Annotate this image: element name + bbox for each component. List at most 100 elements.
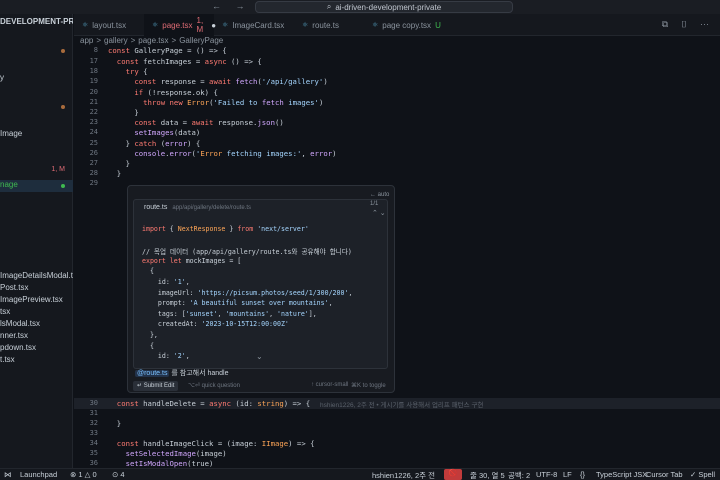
model-label[interactable]: ↑ cursor-small	[311, 382, 348, 388]
file-mention-tag[interactable]: @route.ts	[135, 370, 170, 377]
file-tree-item[interactable]: ImagePreview.tsx	[0, 295, 73, 307]
peek-file-header: route.ts app/api/gallery/delete/route.ts	[134, 200, 389, 216]
command-center-search[interactable]: ⌕ ai-driven-development-private	[255, 1, 513, 13]
breadcrumb-item[interactable]: app	[80, 36, 93, 45]
breadcrumb-item[interactable]: page.tsx	[138, 36, 168, 45]
peek-code-line: imageUrl: 'https://picsum.photos/seed/1/…	[142, 288, 353, 297]
file-tree-item[interactable]: Post.tsx	[0, 283, 73, 295]
file-tree-item[interactable]: pdown.tsx	[0, 343, 73, 355]
tab-1[interactable]: ⚛ page.tsx 1, M ●	[144, 14, 216, 36]
tab-status: 1, M	[196, 16, 204, 34]
indent-item[interactable]: 공백: 2	[508, 470, 530, 480]
problem-badge: 1, M	[51, 166, 65, 173]
line-number: 28	[89, 169, 98, 178]
file-tree-item[interactable]: tsx	[0, 307, 73, 319]
file-tree-item[interactable]	[0, 45, 73, 57]
peek-code-line: id: '1',	[142, 278, 190, 286]
peek-code-line: },	[142, 331, 158, 339]
encoding-item[interactable]: UTF-8	[536, 470, 557, 479]
file-tree-item[interactable]: nage	[0, 180, 73, 192]
peek-code-line: tags: ['sunset', 'mountains', 'nature'],	[142, 309, 317, 318]
chevron-down-icon[interactable]: ⌄	[256, 352, 263, 361]
file-tree-item[interactable]: Image	[0, 129, 73, 141]
file-tree-item[interactable]: ImageDetailsModal.tsx	[0, 271, 73, 283]
code-line: console.error('Error fetching images:', …	[134, 148, 337, 158]
submit-edit-button[interactable]: ↵ Submit Edit	[133, 381, 179, 391]
peek-file-name[interactable]: route.ts	[144, 204, 167, 211]
code-line: const fetchImages = async () => {	[116, 57, 262, 66]
blame-item[interactable]: hshien1226, 2주 전	[372, 470, 435, 480]
git-blame-ghost-text: hshien1226, 2주 전 • 게시기를 사용해서 업리프 패턴스 구현	[320, 402, 484, 409]
file-tree-item-label: tsx	[0, 307, 11, 316]
code-line: }	[108, 159, 130, 168]
code-line: setImages(data)	[134, 128, 201, 138]
cursor-tab-item[interactable]: Cursor Tab	[646, 470, 683, 479]
title-bar: ← → ⌕ ai-driven-development-private	[0, 0, 720, 14]
code-line: const GalleryPage = () => {	[108, 46, 227, 55]
spell-item[interactable]: ✓ Spell	[690, 470, 715, 479]
breadcrumb-item[interactable]: GalleryPage	[179, 36, 223, 45]
tab-label: ImageCard.tsx	[232, 20, 285, 30]
quick-question-button[interactable]: ⌥⏎ quick question	[188, 382, 240, 389]
file-tree-item[interactable]	[0, 101, 73, 113]
file-tree-item[interactable]: 1, M	[0, 165, 73, 177]
code-line: if (!response.ok) {	[134, 87, 218, 97]
nav-arrows[interactable]: ← →	[212, 1, 251, 11]
editor-tabs: ⧉ ▯ ⋯ ⚛ layout.tsx ⚛ page.tsx 1, M ● ⚛ ImageCar…	[74, 14, 720, 36]
line-number: 21	[89, 97, 98, 106]
code-line: const data = await response.json()	[134, 118, 284, 128]
file-tree-item[interactable]: y	[0, 73, 73, 85]
line-number: 35	[89, 449, 98, 457]
code-line: } catch (error) {	[108, 138, 201, 148]
peek-code-line: export let mockImages = [	[142, 256, 242, 265]
tab-4[interactable]: ⚛ page copy.tsx U	[364, 14, 444, 36]
eol-item[interactable]: LF	[563, 470, 572, 479]
react-file-icon: ⚛	[152, 22, 159, 29]
language-item[interactable]: TypeScript JSX	[596, 470, 647, 479]
tab-2[interactable]: ⚛ ImageCard.tsx	[214, 14, 294, 36]
result-counter: 1/1	[370, 201, 379, 207]
explorer-sidebar: DEVELOPMENT-PRIVATE y Image 1, M nage ImageD…	[0, 14, 73, 468]
remote-icon[interactable]: ⋈	[4, 470, 12, 479]
cursor-position[interactable]: 줄 30, 열 5	[470, 470, 505, 480]
code-line: }	[108, 108, 139, 117]
file-tree-item-label: y	[0, 73, 4, 82]
braces-icon[interactable]: {}	[580, 470, 585, 479]
error-badge[interactable]: 🚫	[444, 469, 462, 480]
result-nav-arrows[interactable]: ⌃ ⌄	[372, 209, 386, 217]
file-tree-item-label: ImageDetailsModal.tsx	[0, 271, 73, 280]
line-number: 25	[89, 138, 98, 147]
breadcrumb-item[interactable]: gallery	[104, 36, 128, 45]
inline-chat-input[interactable]: @route.ts 를 참고해서 handle	[135, 368, 390, 380]
tab-3[interactable]: ⚛ route.ts	[294, 14, 364, 36]
explorer-header: DEVELOPMENT-PRIVATE	[0, 17, 73, 26]
file-tree-item[interactable]: lsModal.tsx	[0, 319, 73, 331]
model-selector[interactable]: ← auto	[370, 192, 389, 198]
launchpad-item[interactable]: Launchpad	[20, 470, 57, 479]
file-tree-item-label: Post.tsx	[0, 283, 29, 292]
file-tree-item[interactable]: nner.tsx	[0, 331, 73, 343]
peek-code-line: {	[142, 341, 154, 350]
peek-file-path: app/api/gallery/delete/route.ts	[172, 205, 252, 211]
code-line: setIsModalOpen(true)	[125, 459, 214, 468]
react-file-icon: ⚛	[82, 22, 89, 29]
peek-code-line: id: '2',	[142, 352, 190, 361]
file-tree-item-label: pdown.tsx	[0, 343, 37, 352]
tab-0[interactable]: ⚛ layout.tsx	[74, 14, 144, 36]
code-line: try {	[125, 67, 148, 77]
toggle-hint: ⌘K to toggle	[351, 383, 386, 389]
ports-item[interactable]: ⊙ 4	[112, 470, 125, 479]
problems-item[interactable]: ⊗ 1 △ 0	[70, 470, 97, 479]
chevron-right-icon: >	[130, 36, 136, 45]
code-line: }	[108, 169, 122, 179]
peek-code-line: prompt: 'A beautiful sunset over mountai…	[142, 299, 333, 308]
line-number: 17	[89, 57, 98, 65]
line-number: 23	[89, 118, 98, 127]
file-tree-item[interactable]: t.tsx	[0, 355, 73, 367]
file-tree-item-label: lsModal.tsx	[0, 319, 41, 328]
status-dot-icon	[61, 184, 65, 188]
tab-label: layout.tsx	[92, 20, 127, 30]
react-file-icon: ⚛	[222, 22, 229, 29]
line-number: 34	[89, 439, 98, 447]
editor-actions[interactable]: ⧉ ▯ ⋯	[662, 19, 714, 30]
